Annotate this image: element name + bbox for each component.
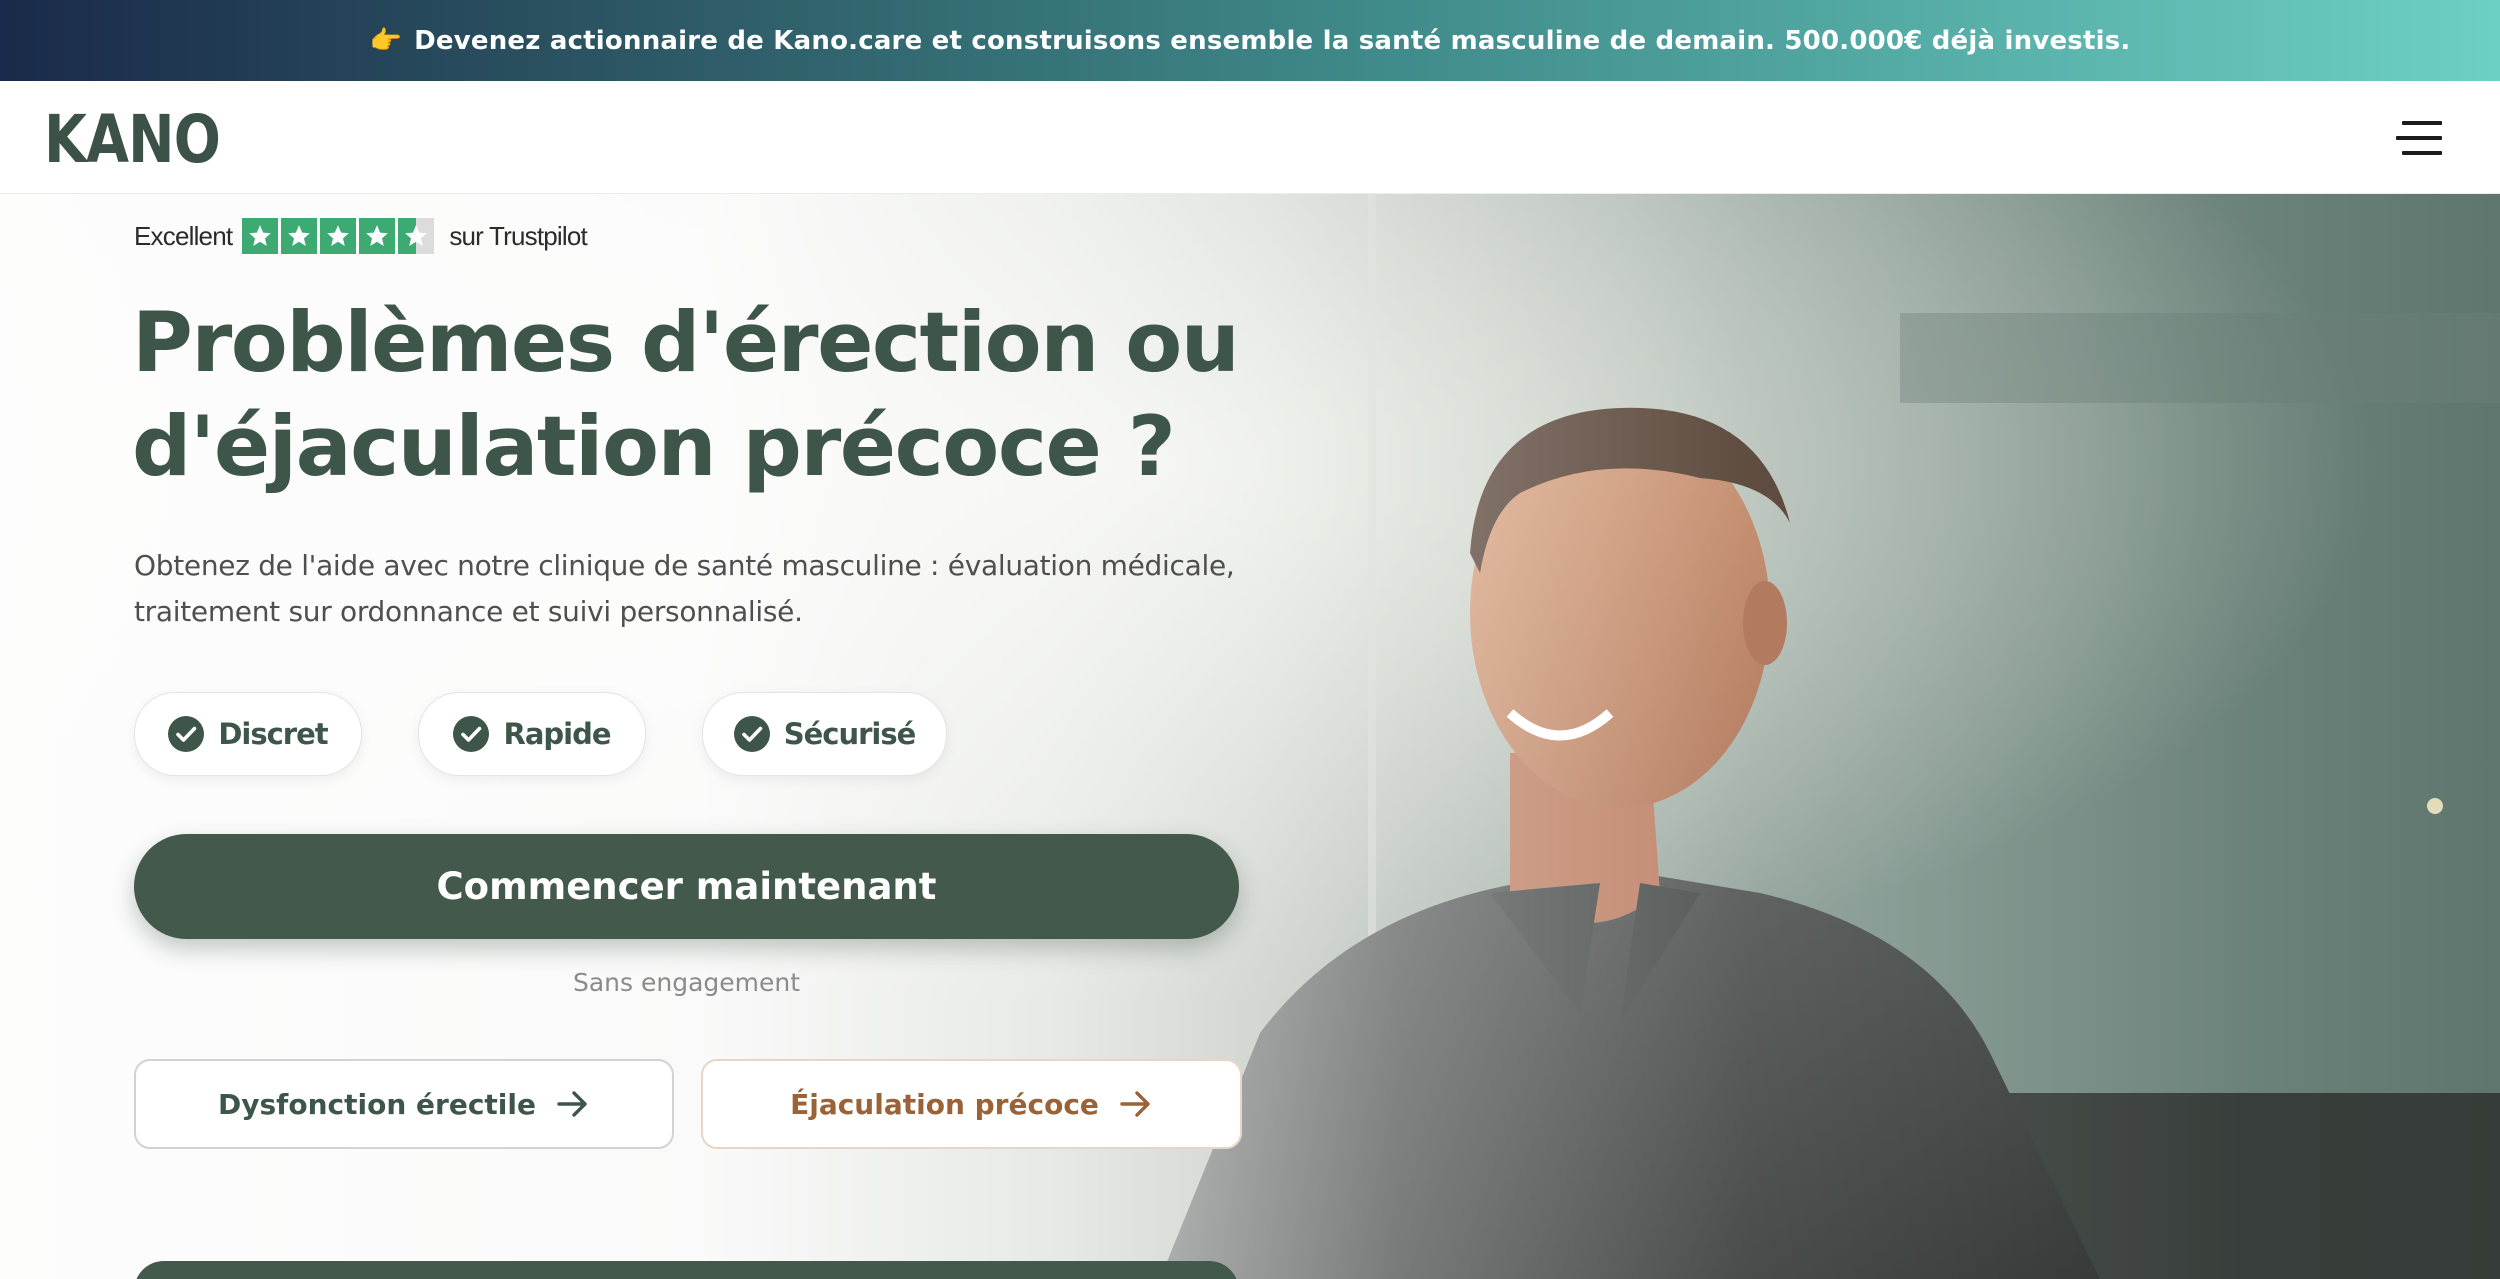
page-title: Problèmes d'érection ou d'éjaculation pr… [132, 291, 1332, 499]
hero-section: Excellent sur Trustpilot Problèmes d'ére… [0, 193, 2500, 1279]
star-icon [242, 218, 279, 254]
badge-securise: Sécurisé [702, 692, 947, 776]
headline-line-1: Problèmes d'érection ou [132, 294, 1240, 391]
star-icon [359, 218, 396, 254]
start-now-button[interactable]: Commencer maintenant [134, 834, 1239, 939]
check-circle-icon [168, 716, 205, 752]
link-label: Éjaculation précoce [790, 1087, 1099, 1121]
announcement-bar[interactable]: 👉 Devenez actionnaire de Kano.care et co… [0, 0, 2500, 81]
half-star-icon [398, 218, 435, 254]
trustpilot-suffix: sur Trustpilot [449, 220, 587, 251]
link-label: Dysfonction érectile [218, 1087, 536, 1121]
hamburger-menu-icon[interactable] [2396, 119, 2442, 157]
subtitle-line-2: traitement sur ordonnance et suivi perso… [134, 595, 803, 628]
hero-content: Excellent sur Trustpilot Problèmes d'ére… [0, 193, 2500, 1279]
badge-rapide: Rapide [418, 692, 646, 776]
trustpilot-rating[interactable]: Excellent sur Trustpilot [134, 216, 588, 256]
next-section-card-edge [134, 1261, 1239, 1279]
headline-line-2: d'éjaculation précoce ? [132, 398, 1176, 495]
arrow-right-icon [557, 1091, 587, 1117]
premature-ejaculation-link-button[interactable]: Éjaculation précoce [701, 1059, 1242, 1149]
site-header: KANO [0, 81, 2500, 194]
badge-label: Discret [218, 717, 328, 751]
erectile-dysfunction-link-button[interactable]: Dysfonction érectile [134, 1059, 674, 1149]
check-circle-icon [453, 716, 490, 752]
badge-label: Rapide [503, 717, 611, 751]
arrow-right-icon [1120, 1091, 1150, 1117]
no-commitment-note: Sans engagement [572, 968, 801, 997]
badge-label: Sécurisé [783, 717, 917, 751]
announcement-text: Devenez actionnaire de Kano.care et cons… [414, 25, 2131, 56]
badge-discret: Discret [134, 692, 362, 776]
kano-logo[interactable]: KANO [44, 101, 221, 178]
hero-subtitle: Obtenez de l'aide avec notre clinique de… [134, 543, 1334, 635]
pointing-hand-icon: 👉 [369, 25, 403, 56]
star-icon [320, 218, 357, 254]
check-circle-icon [733, 716, 770, 752]
trustpilot-rating-word: Excellent [134, 220, 233, 251]
trustpilot-stars [242, 218, 437, 254]
star-icon [281, 218, 318, 254]
subtitle-line-1: Obtenez de l'aide avec notre clinique de… [134, 549, 1235, 582]
